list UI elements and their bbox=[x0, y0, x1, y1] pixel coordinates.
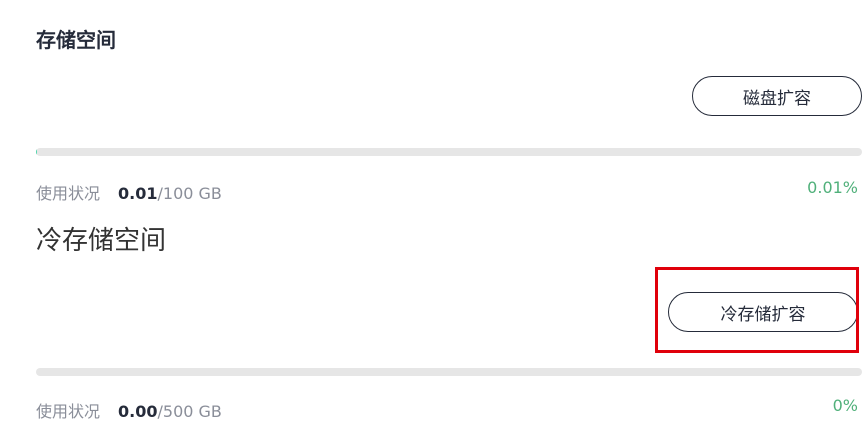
storage-total-value: /100 GB bbox=[157, 184, 222, 203]
expand-disk-button[interactable]: 磁盘扩容 bbox=[692, 76, 862, 116]
highlight-annotation-box bbox=[655, 267, 859, 353]
cold-storage-used-value: 0.00 bbox=[118, 402, 158, 421]
cold-storage-usage-label: 使用状况 bbox=[36, 402, 101, 421]
cold-storage-usage-row: 使用状况 0.00/500 GB bbox=[36, 398, 222, 422]
storage-progress-bar bbox=[36, 148, 862, 156]
storage-panel: 存储空间 磁盘扩容 使用状况 0.01/100 GB 0.01% 冷存储空间 冷存… bbox=[0, 0, 862, 427]
storage-usage-row: 使用状况 0.01/100 GB bbox=[36, 180, 222, 204]
cold-storage-total-value: /500 GB bbox=[157, 402, 222, 421]
storage-usage-percent: 0.01% bbox=[807, 178, 858, 197]
storage-section-title: 存储空间 bbox=[36, 28, 116, 52]
cold-storage-section-title: 冷存储空间 bbox=[36, 226, 167, 256]
cold-storage-progress-bar bbox=[36, 368, 862, 376]
storage-usage-label: 使用状况 bbox=[36, 184, 101, 203]
cold-storage-usage-percent: 0% bbox=[832, 396, 858, 415]
storage-used-value: 0.01 bbox=[118, 184, 158, 203]
